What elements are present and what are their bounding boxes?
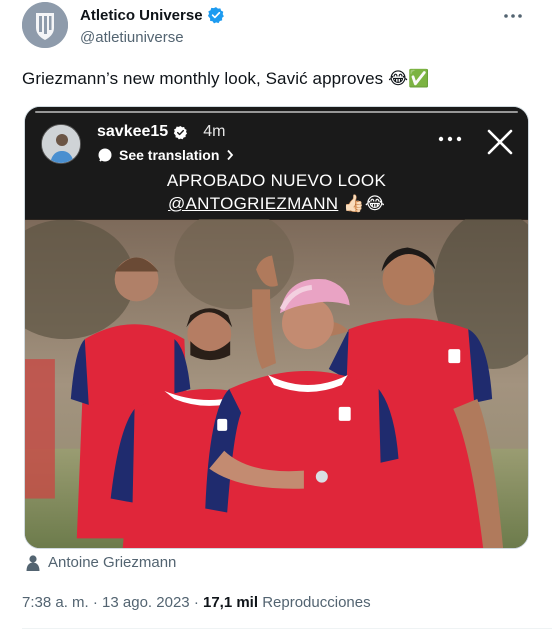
story-progress-bar [35,111,518,113]
tweet-meta: 7:38 a. m. · 13 ago. 2023 · 17,1 mil Rep… [22,594,371,611]
author-avatar[interactable] [22,2,68,48]
story-header: savkee15 4m See translation APROBADO NUE… [25,107,528,219]
story-time: 4m [203,123,226,140]
views-count: 17,1 mil [202,594,259,611]
tweet-media[interactable]: savkee15 4m See translation APROBADO NUE… [24,106,529,549]
author-display-name[interactable]: Atletico Universe [80,7,203,24]
meta-separator-2: · [193,594,199,611]
story-caption-mention: @ANTOGRIEZMANN [167,194,339,213]
see-translation-label: See translation [119,147,220,163]
views-label: Reproducciones [262,594,371,611]
verified-badge-icon[interactable] [207,6,225,24]
translation-bubble-icon [98,148,112,162]
story-caption: APROBADO NUEVO LOOK @ANTOGRIEZMANN 👍🏻😂 [25,169,528,215]
see-translation-row: See translation [97,147,235,163]
tweet-time[interactable]: 7:38 a. m. [22,594,89,611]
story-more-icon [437,131,463,142]
close-icon [485,127,515,157]
person-icon [26,554,40,571]
more-horizontal-icon[interactable] [502,8,524,24]
author-name-row[interactable]: Atletico Universe [80,6,225,24]
tagged-person-name[interactable]: Antoine Griezmann [48,554,176,571]
story-caption-emoji: 👍🏻😂 [343,194,386,213]
training-photo [25,219,528,548]
meta-separator-1: · [92,594,98,611]
story-user-row: savkee15 4m [97,123,225,141]
chevron-right-icon [227,149,234,161]
author-handle[interactable]: @atletiuniverse [80,29,184,46]
tweet-text: Griezmann’s new monthly look, Savić appr… [22,69,430,88]
tagged-person-row[interactable]: Antoine Griezmann [26,554,176,571]
story-avatar [41,124,81,164]
story-username: savkee15 [97,123,169,140]
story-caption-line1: APROBADO NUEVO LOOK [166,171,387,190]
divider [22,628,552,629]
story-verified-icon [174,125,188,139]
tweet-card: Atletico Universe @atletiuniverse Griezm… [0,0,552,633]
tweet-date[interactable]: 13 ago. 2023 [102,594,190,611]
